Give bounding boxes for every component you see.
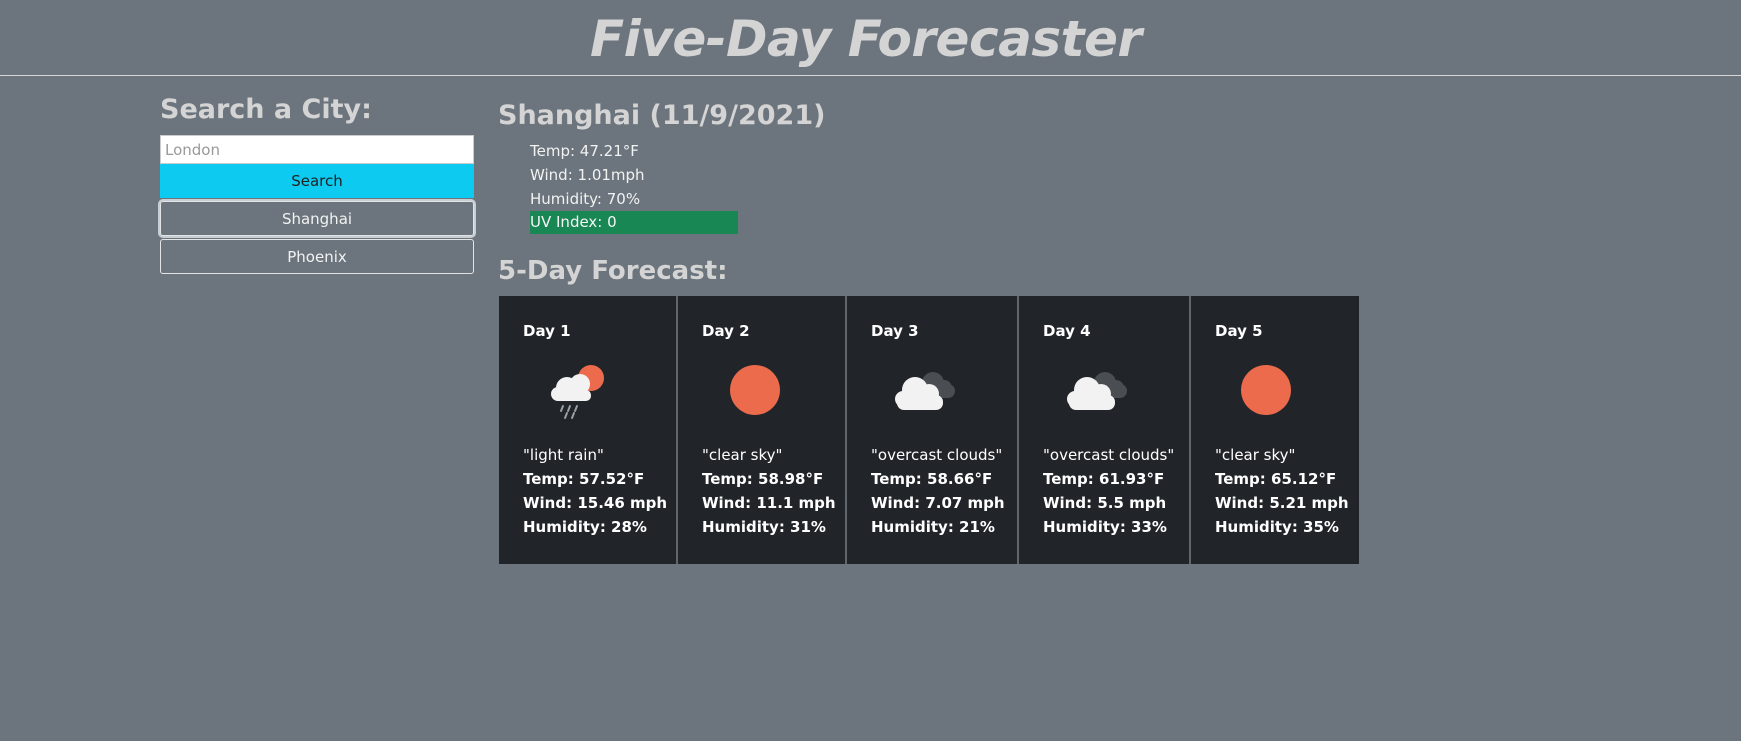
forecast-humidity: Humidity: 28%: [523, 518, 647, 536]
forecast-day: Day 5: [1215, 322, 1263, 340]
forecast-day: Day 4: [1043, 322, 1091, 340]
forecast-description: "overcast clouds": [871, 446, 1003, 464]
current-humidity: Humidity: 70%: [530, 190, 641, 208]
current-city-title: Shanghai (11/9/2021): [498, 100, 826, 131]
forecast-description: "light rain": [523, 446, 604, 464]
city-search-input[interactable]: [160, 135, 474, 164]
current-wind: Wind: 1.01mph: [530, 166, 645, 184]
forecast-wind: Wind: 5.5 mph: [1043, 494, 1167, 512]
forecast-card: Day 3 "overcast clouds" Temp: 58.66°F Wi…: [847, 296, 1019, 564]
forecast-card: Day 1 "light rain" Temp: 57.52°F Wind: 1…: [499, 296, 678, 564]
forecast-day: Day 1: [523, 322, 571, 340]
app-title: Five-Day Forecaster: [590, 10, 1142, 68]
forecast-day: Day 2: [702, 322, 750, 340]
forecast-day: Day 3: [871, 322, 919, 340]
overcast-clouds-icon: [895, 372, 955, 410]
current-temp: Temp: 47.21°F: [530, 142, 639, 160]
forecast-description: "clear sky": [1215, 446, 1296, 464]
forecast-card: Day 2 "clear sky" Temp: 58.98°F Wind: 11…: [678, 296, 847, 564]
history-button-shanghai[interactable]: Shanghai: [160, 201, 474, 236]
forecast-card: Day 4 "overcast clouds" Temp: 61.93°F Wi…: [1019, 296, 1191, 564]
forecast-wind: Wind: 15.46 mph: [523, 494, 668, 512]
clear-sky-icon: [730, 365, 780, 415]
forecast-temp: Temp: 58.66°F: [871, 470, 993, 488]
forecast-humidity: Humidity: 31%: [702, 518, 826, 536]
uv-index-badge: UV Index: 0: [530, 211, 738, 234]
current-weather: Shanghai (11/9/2021) Temp: 47.21°F Wind:…: [498, 100, 1138, 235]
forecast-temp: Temp: 61.93°F: [1043, 470, 1165, 488]
current-uv-item: UV Index: 0: [530, 211, 1138, 235]
forecast-temp: Temp: 65.12°F: [1215, 470, 1337, 488]
current-stats: Temp: 47.21°F Wind: 1.01mph Humidity: 70…: [530, 139, 1138, 235]
forecast-humidity: Humidity: 35%: [1215, 518, 1339, 536]
forecast-wind: Wind: 5.21 mph: [1215, 494, 1349, 512]
history-button-phoenix[interactable]: Phoenix: [160, 239, 474, 274]
forecast-humidity: Humidity: 33%: [1043, 518, 1167, 536]
search-panel: Search a City: Search Shanghai Phoenix: [160, 94, 474, 274]
search-button[interactable]: Search: [160, 164, 474, 198]
clear-sky-icon: [1241, 365, 1291, 415]
page-header: Five-Day Forecaster: [0, 0, 1741, 76]
forecast-wind: Wind: 11.1 mph: [702, 494, 836, 512]
search-heading: Search a City:: [160, 94, 372, 125]
forecast-temp: Temp: 57.52°F: [523, 470, 645, 488]
forecast-humidity: Humidity: 21%: [871, 518, 995, 536]
forecast-heading: 5-Day Forecast:: [498, 256, 728, 286]
forecast-temp: Temp: 58.98°F: [702, 470, 824, 488]
light-rain-icon: [551, 365, 604, 419]
forecast-wind: Wind: 7.07 mph: [871, 494, 1005, 512]
overcast-clouds-icon: [1067, 372, 1127, 410]
forecast-description: "clear sky": [702, 446, 783, 464]
forecast-card: Day 5 "clear sky" Temp: 65.12°F Wind: 5.…: [1191, 296, 1359, 564]
forecast-cards: Day 1 "light rain" Temp: 57.52°F Wind: 1…: [499, 296, 1359, 564]
forecast-description: "overcast clouds": [1043, 446, 1175, 464]
